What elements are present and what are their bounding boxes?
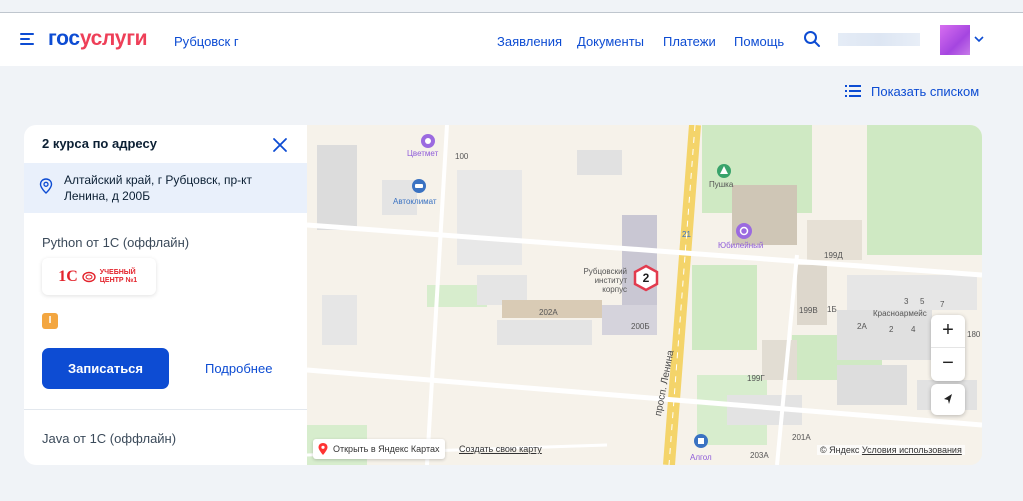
divider <box>24 409 307 410</box>
map-label-203a: 203А <box>750 451 769 460</box>
yandex-copyright: © Яндекс <box>820 445 860 455</box>
avatar[interactable] <box>940 25 970 55</box>
show-as-list-button[interactable]: Показать списком <box>845 82 979 100</box>
map-label-3: 3 <box>904 297 909 306</box>
poi-cvetmet-icon[interactable] <box>420 133 436 149</box>
map-label-yubileiny: Юбилейный <box>718 241 764 250</box>
map-label-2: 2 <box>889 325 894 334</box>
list-icon <box>845 85 861 97</box>
menu-icon[interactable] <box>20 33 34 45</box>
map-label-100: 100 <box>455 152 469 161</box>
nav-applications[interactable]: Заявления <box>497 34 562 49</box>
top-header: госуслуги Рубцовск г Заявления Документы… <box>0 12 1023 66</box>
geolocation-button[interactable] <box>931 384 965 415</box>
yandex-pin-icon <box>318 443 328 455</box>
map-label-4: 4 <box>911 325 916 334</box>
level-badge: I <box>42 313 58 329</box>
map-copyright: © Яндекс Условия использования <box>817 445 965 455</box>
map-label-199g: 199Г <box>747 374 765 383</box>
zoom-controls: + − <box>931 315 965 381</box>
map-background <box>307 125 982 465</box>
details-link[interactable]: Подробнее <box>205 361 272 376</box>
nav-documents[interactable]: Документы <box>577 34 644 49</box>
map-label-avtoklimat: Автоклимат <box>393 197 437 206</box>
logo-part-gos: гос <box>48 27 80 50</box>
partner-logo-text: УЧЕБНЫЙ ЦЕНТР №1 <box>99 268 138 284</box>
gosuslugi-logo[interactable]: госуслуги <box>48 27 148 51</box>
city-selector[interactable]: Рубцовск г <box>174 34 239 49</box>
partner-logo: 1С УЧЕБНЫЙ ЦЕНТР №1 <box>42 258 156 295</box>
logo-swirl-icon <box>82 271 96 282</box>
show-as-list-label: Показать списком <box>871 83 980 99</box>
nav-payments[interactable]: Платежи <box>663 34 716 49</box>
map-label-5: 5 <box>920 297 925 306</box>
cluster-count: 2 <box>642 271 650 285</box>
enroll-button[interactable]: Записаться <box>42 348 169 389</box>
map-label-199v: 199В <box>799 306 818 315</box>
poi-car-icon[interactable] <box>411 178 427 194</box>
map-label-202a: 202А <box>539 308 558 317</box>
partner-logo-mark: 1С <box>58 267 78 285</box>
address-block: Алтайский край, г Рубцовск, пр-кт Ленина… <box>24 163 307 213</box>
zoom-out-button[interactable]: − <box>931 348 965 381</box>
poi-park-icon[interactable] <box>716 163 732 179</box>
nav-help[interactable]: Помощь <box>734 34 784 49</box>
navigation-arrow-icon <box>944 394 952 404</box>
create-map-link[interactable]: Создать свою карту <box>459 444 542 454</box>
map-label-2a: 2А <box>857 322 867 331</box>
close-icon[interactable] <box>272 137 288 153</box>
map-label-7: 7 <box>940 300 945 309</box>
poi-algol-icon[interactable] <box>693 433 709 449</box>
poi-cinema-icon[interactable] <box>735 222 753 240</box>
panel-heading: 2 курса по адресу <box>42 136 157 151</box>
map-label-pushka: Пушка <box>709 180 734 189</box>
map-label-200b: 200Б <box>631 322 650 331</box>
search-icon[interactable] <box>803 30 821 48</box>
zoom-in-button[interactable]: + <box>931 315 965 348</box>
course-title[interactable]: Python от 1С (оффлайн) <box>42 235 189 250</box>
user-name-blurred[interactable] <box>838 33 920 46</box>
map-view[interactable]: Цветмет 100 Автоклимат Пушка Юбилейный 1… <box>307 125 982 465</box>
address-text: Алтайский край, г Рубцовск, пр-кт Ленина… <box>64 173 253 203</box>
map-label-1b: 1Б <box>827 305 837 314</box>
courses-panel: 2 курса по адресу Алтайский край, г Рубц… <box>24 125 307 465</box>
map-label-krasnoarm: Красноармейс <box>873 309 927 318</box>
map-label-algol: Алгол <box>690 453 712 462</box>
terms-of-use-link[interactable]: Условия использования <box>862 445 962 455</box>
logo-part-uslugi: услуги <box>79 27 148 50</box>
map-label-21: 21 <box>682 230 691 239</box>
map-label-180: 180 <box>967 330 981 339</box>
map-label-cvetmet: Цветмет <box>407 149 439 158</box>
map-cluster-marker[interactable]: 2 <box>632 264 660 292</box>
map-label-199d: 199Д <box>824 251 843 260</box>
location-pin-icon <box>39 178 53 194</box>
course-title[interactable]: Java от 1С (оффлайн) <box>42 431 176 446</box>
map-label-201a: 201А <box>792 433 811 442</box>
chevron-down-icon[interactable] <box>974 35 984 43</box>
open-in-yandex-maps-button[interactable]: Открыть в Яндекс Картах <box>313 439 446 459</box>
map-label-institute: Рубцовский институт корпус <box>583 267 627 294</box>
open-in-yandex-maps-label: Открыть в Яндекс Картах <box>333 444 440 454</box>
